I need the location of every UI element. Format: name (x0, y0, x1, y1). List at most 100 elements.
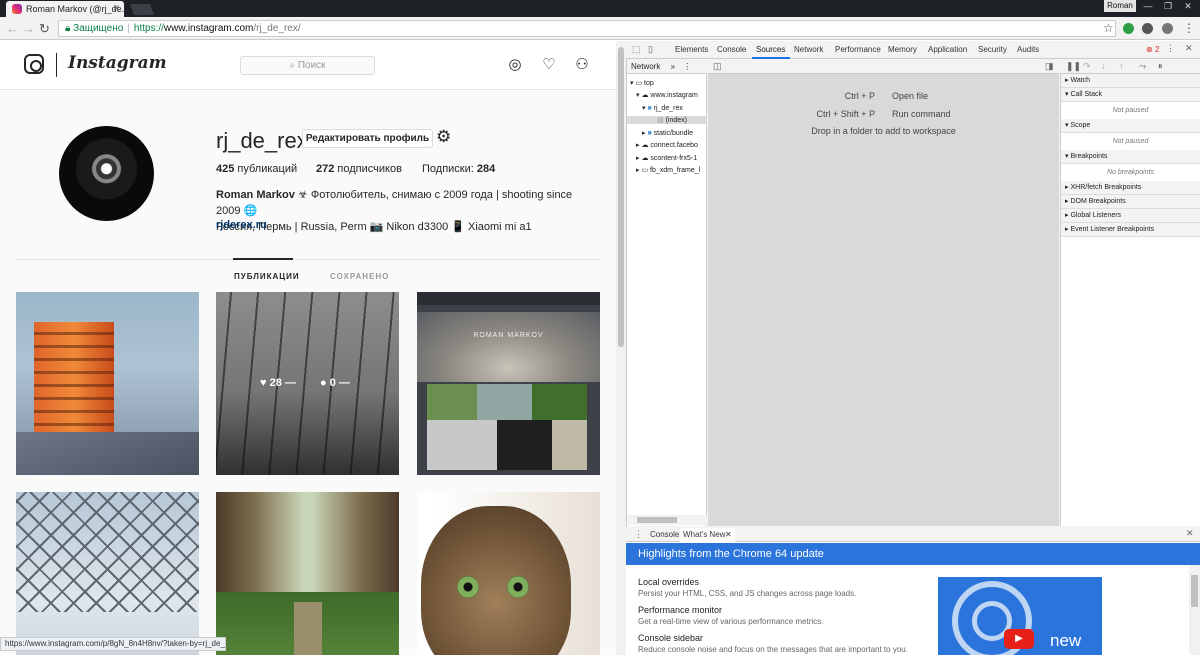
navigator-tab-network[interactable]: Network (631, 62, 660, 71)
explore-compass-icon[interactable]: ◎ (506, 56, 524, 74)
tree-item-frame[interactable]: ▸ ▭ fb_xdm_frame_l (636, 166, 712, 174)
close-devtools-icon[interactable]: ✕ (1185, 43, 1193, 54)
gear-icon[interactable]: ⚙ (436, 127, 451, 147)
drawer-menu-icon[interactable]: ⋮ (634, 529, 643, 540)
close-tab-icon[interactable]: ✕ (112, 3, 120, 14)
section-breakpoints[interactable]: ▾ Breakpoints (1061, 150, 1200, 164)
bookmark-star-icon[interactable]: ☆ (1103, 21, 1114, 35)
page-scrollbar[interactable] (616, 41, 626, 655)
followers-stat[interactable]: 272 подписчиков (316, 163, 402, 175)
step-over-icon[interactable]: ↷ (1083, 61, 1091, 72)
feature-desc: Reduce console noise and focus on the me… (638, 645, 908, 654)
inspect-element-icon[interactable]: ⬚ (632, 44, 641, 55)
tab-sources[interactable]: Sources (756, 45, 785, 54)
avatar[interactable] (59, 126, 154, 221)
search-input[interactable]: ⌕ Поиск (240, 56, 375, 75)
browser-tab[interactable]: Roman Markov (@rj_de... ✕ (6, 1, 124, 17)
close-window-icon[interactable]: ✕ (1178, 0, 1198, 12)
post-thumbnail[interactable] (417, 492, 600, 655)
shortcut-key: Ctrl + P (844, 91, 875, 101)
forward-icon[interactable]: → (22, 21, 35, 36)
section-dom-breakpoints[interactable]: ▸ DOM Breakpoints (1061, 195, 1200, 209)
edit-profile-button[interactable]: Редактировать профиль (302, 129, 433, 148)
feature-title[interactable]: Local overrides (638, 577, 699, 587)
section-event-listener-breakpoints[interactable]: ▸ Event Listener Breakpoints (1061, 223, 1200, 237)
profile-username: rj_de_rex (216, 128, 308, 153)
post-site-title: ROMAN MARKOV (473, 332, 544, 339)
deactivate-breakpoints-icon[interactable]: ⤳ (1139, 61, 1146, 72)
post-thumbnail[interactable] (216, 492, 399, 655)
address-bar[interactable]: 🔒︎ Защищено | https://www.instagram.com/rj… (58, 20, 1116, 37)
tab-saved[interactable]: СОХРАНЕНО (330, 272, 389, 281)
tab-audits[interactable]: Audits (1017, 45, 1039, 54)
tabs-divider (16, 259, 600, 260)
post-thumbnail[interactable] (16, 492, 199, 655)
drawer-scrollbar[interactable] (1189, 565, 1200, 655)
tree-item-index[interactable]: ▤ (index) (627, 116, 707, 124)
reload-icon[interactable]: ↻ (39, 21, 50, 37)
whats-new-video-thumbnail[interactable]: ▶ new (938, 577, 1102, 655)
tree-item-domain[interactable]: ▾ ☁ www.instagram (636, 91, 712, 99)
menu-icon[interactable]: ⋮ (1183, 21, 1195, 35)
error-count-badge[interactable]: ⊗ 2 (1146, 45, 1159, 54)
active-tab-indicator (233, 258, 293, 260)
maximize-icon[interactable]: ❐ (1158, 0, 1178, 12)
url-path: /rj_de_rex/ (253, 23, 301, 34)
post-thumbnail[interactable] (16, 292, 199, 475)
section-xhr-breakpoints[interactable]: ▸ XHR/fetch Breakpoints (1061, 181, 1200, 195)
instagram-logo[interactable]: Instagram (68, 53, 167, 73)
tree-item-folder[interactable]: ▾ ■ rj_de_rex (642, 104, 718, 112)
tree-item-domain[interactable]: ▸ ☁ connect.facebo (636, 141, 712, 149)
toggle-navigator-icon[interactable]: ◫ (713, 61, 722, 72)
section-global-listeners[interactable]: ▸ Global Listeners (1061, 209, 1200, 223)
section-watch[interactable]: ▸ Watch (1061, 74, 1200, 88)
extension-shield-icon[interactable] (1123, 23, 1134, 34)
post-thumbnail[interactable]: ROMAN MARKOV (417, 292, 600, 475)
drawer-tab-console[interactable]: Console (650, 530, 679, 539)
close-tab-icon[interactable]: ✕ (725, 530, 732, 539)
pause-on-exceptions-icon[interactable]: ⏸ (1158, 61, 1163, 72)
back-icon[interactable]: ← (6, 21, 19, 36)
lock-icon: 🔒︎ (65, 23, 74, 34)
tree-item-top[interactable]: ▾ ▭ top (630, 79, 706, 87)
section-call-stack[interactable]: ▾ Call Stack (1061, 88, 1200, 102)
tab-security[interactable]: Security (978, 45, 1007, 54)
instagram-camera-icon[interactable] (24, 54, 44, 74)
activity-heart-icon[interactable]: ♡ (540, 56, 558, 74)
more-tabs-icon[interactable]: » (671, 62, 675, 71)
devtools-menu-icon[interactable]: ⋮ (1166, 43, 1175, 54)
tab-application[interactable]: Application (928, 45, 967, 54)
profile-button[interactable]: Roman (1104, 0, 1136, 12)
following-stat[interactable]: Подписки: 284 (422, 163, 495, 175)
step-out-icon[interactable]: ↑ (1119, 61, 1124, 71)
tab-network[interactable]: Network (794, 45, 823, 54)
profile-person-icon[interactable]: ⚇ (573, 56, 591, 74)
navigator-scrollbar[interactable] (627, 515, 707, 525)
close-drawer-icon[interactable]: ✕ (1186, 528, 1194, 539)
tree-item-domain[interactable]: ▸ ☁ scontent-frx5-1 (636, 154, 712, 162)
navigator-menu-icon[interactable]: ⋮ (683, 62, 691, 71)
step-into-icon[interactable]: ↓ (1101, 61, 1106, 71)
extension-cloud-icon[interactable] (1142, 23, 1153, 34)
toggle-debugger-icon[interactable]: ◨ (1045, 61, 1054, 72)
feature-title[interactable]: Console sidebar (638, 633, 703, 643)
tab-elements[interactable]: Elements (675, 45, 708, 54)
tab-posts[interactable]: ПУБЛИКАЦИИ (234, 272, 300, 281)
section-scope[interactable]: ▾ Scope (1061, 119, 1200, 133)
device-toggle-icon[interactable]: ▯ (648, 44, 653, 55)
tab-memory[interactable]: Memory (888, 45, 917, 54)
tree-item-folder[interactable]: ▸ ■ static/bundle (642, 129, 718, 137)
extension-icon[interactable] (1162, 23, 1173, 34)
tab-performance[interactable]: Performance (835, 45, 881, 54)
bio-link[interactable]: rjderex.ru (216, 219, 267, 231)
pause-icon[interactable]: ❚❚ (1066, 61, 1081, 72)
video-new-label: new (1050, 631, 1082, 650)
post-thumbnail-hovered[interactable] (216, 292, 399, 475)
minimize-icon[interactable]: — (1138, 0, 1158, 12)
tab-console[interactable]: Console (717, 45, 746, 54)
new-tab-button[interactable] (129, 4, 155, 15)
url-domain: www.instagram.com (163, 23, 254, 34)
feature-title[interactable]: Performance monitor (638, 605, 722, 615)
bio-name: Roman Markov (216, 189, 295, 201)
drawer-tab-whats-new[interactable]: What's New (683, 530, 725, 539)
